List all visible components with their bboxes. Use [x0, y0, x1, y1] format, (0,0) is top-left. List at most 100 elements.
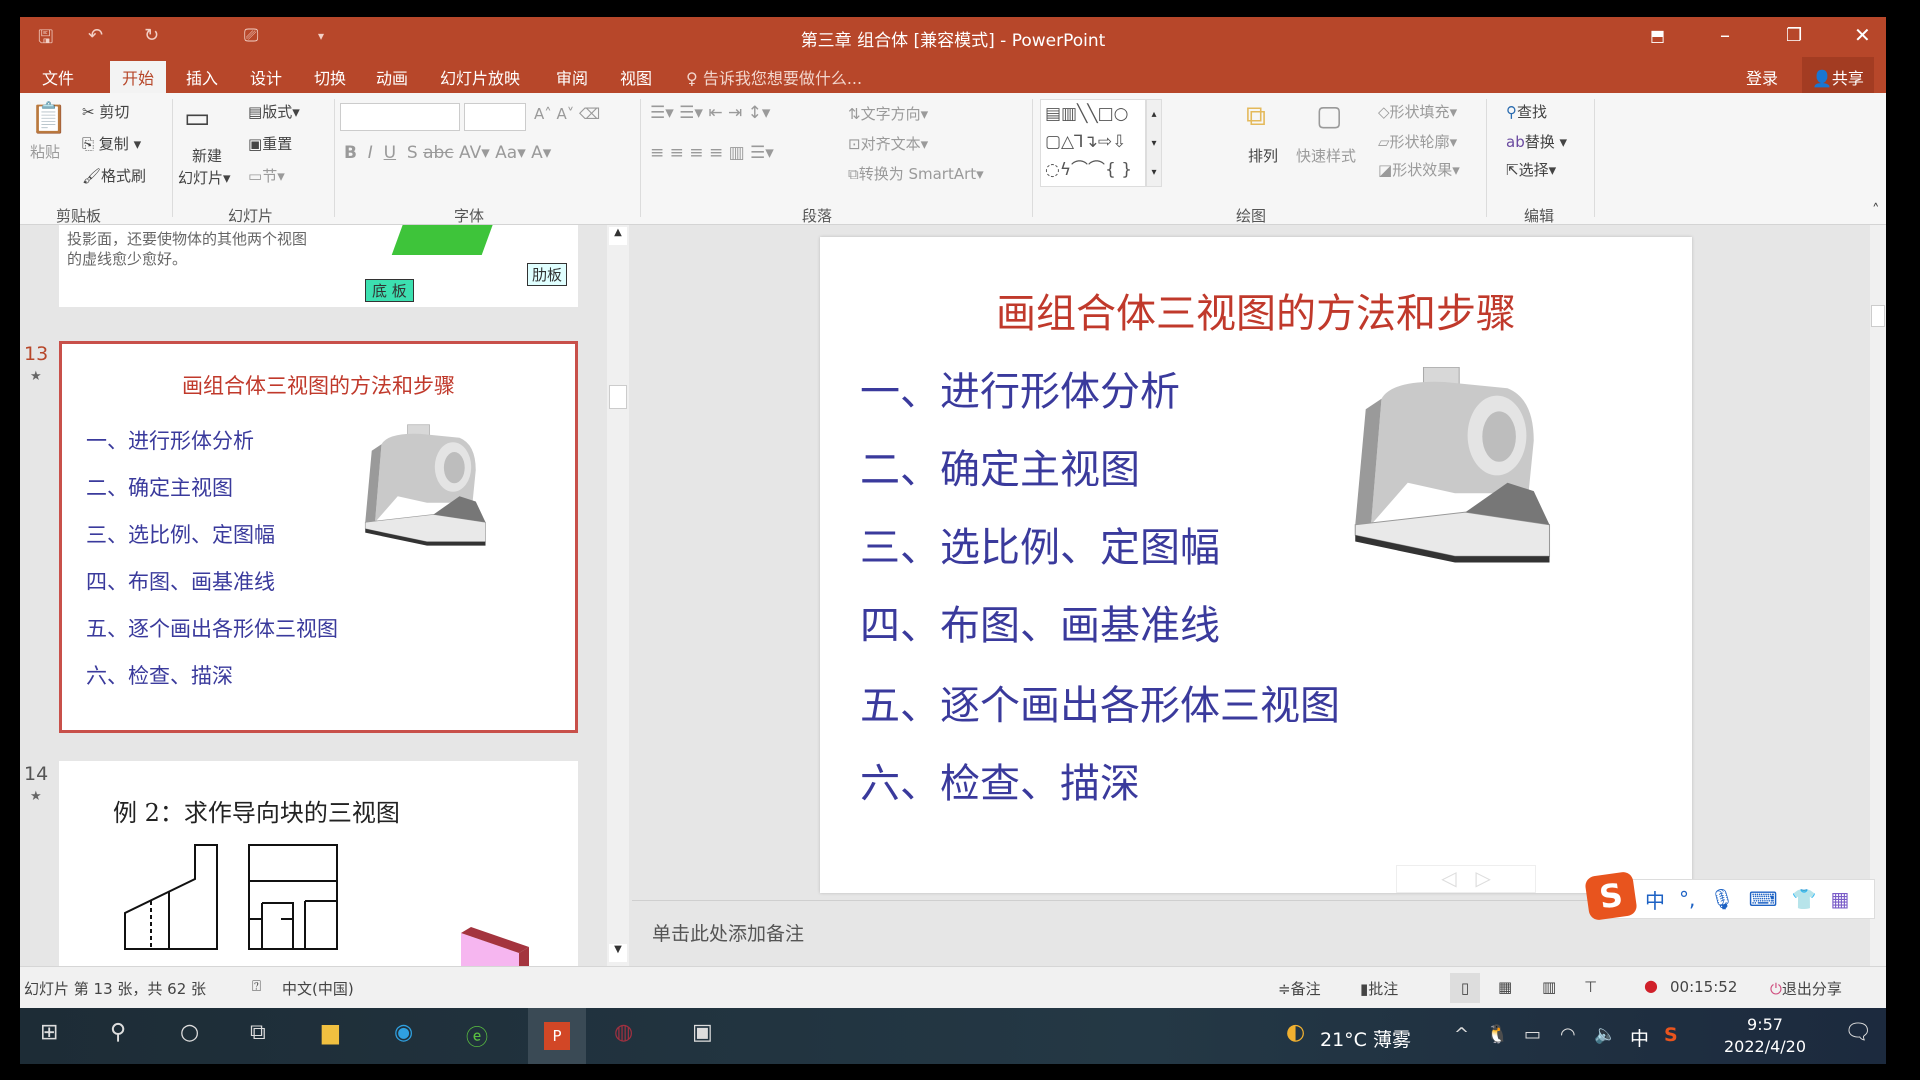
battery-icon[interactable]: ▭	[1524, 1024, 1541, 1045]
select-button[interactable]: ⇱选择▾	[1506, 159, 1556, 180]
slide-list-item[interactable]: 五、逐个画出各形体三视图	[860, 673, 1340, 731]
shape-outline-button[interactable]: ▱形状轮廓▾	[1378, 131, 1457, 152]
comments-toggle-button[interactable]: ▮批注	[1360, 978, 1398, 999]
ime-punct[interactable]: °,	[1679, 887, 1695, 911]
tell-me-search[interactable]: ♀ 告诉我您想要做什么...	[686, 65, 862, 89]
scroll-down-button[interactable]: ▼	[609, 944, 627, 962]
exit-share-button[interactable]: ⏻退出分享	[1770, 978, 1842, 999]
collapse-ribbon-icon[interactable]: ˄	[1872, 201, 1880, 219]
ribbon-display-icon[interactable]: ⬒	[1650, 26, 1665, 45]
thumbnail-slide-14[interactable]: 例 2：求作导向块的三视图	[59, 761, 578, 966]
smartart-button[interactable]: ⧉转换为 SmartArt▾	[848, 163, 984, 184]
new-slide-icon[interactable]: ▭	[184, 101, 210, 134]
new-slide-label-1[interactable]: 新建	[192, 145, 222, 166]
wifi-icon[interactable]: ◠	[1560, 1024, 1576, 1045]
font-grow-shrink-buttons[interactable]: A˄ A˅ ⌫	[534, 105, 600, 123]
slide-scroll-thumb[interactable]	[1871, 305, 1885, 327]
find-button[interactable]: ⚲查找	[1506, 101, 1547, 122]
bold-button[interactable]: B	[344, 143, 357, 163]
paste-button[interactable]: 粘贴	[30, 141, 60, 162]
reset-button[interactable]: ▣重置	[248, 133, 292, 154]
scroll-thumb[interactable]	[609, 385, 627, 409]
section-button[interactable]: ▭节▾	[248, 165, 285, 186]
sogou-ime-toolbar[interactable]: S 中 °, 🎙 ⌨ 👕 ▦	[1584, 870, 1875, 922]
tab-animations[interactable]: 动画	[376, 65, 408, 89]
thumbnail-slide-12[interactable]: 投影面，还要使物体的其他两个视图 的虚线愈少愈好。 底 板 肋板	[59, 225, 578, 307]
close-button[interactable]: ✕	[1854, 23, 1871, 47]
slide-list-item[interactable]: 四、布图、画基准线	[860, 593, 1220, 651]
tray-expand-icon[interactable]: ^	[1454, 1024, 1469, 1045]
notification-center-icon[interactable]: 🗨	[1844, 1020, 1872, 1045]
tab-home[interactable]: 开始	[110, 61, 167, 97]
italic-button[interactable]: I	[368, 143, 373, 163]
cut-button[interactable]: ✂ 剪切	[82, 101, 129, 122]
tab-file[interactable]: 文件	[42, 65, 74, 89]
slideshow-button[interactable]: ⊤	[1584, 978, 1597, 996]
char-spacing-button[interactable]: AV	[459, 143, 481, 163]
language-indicator[interactable]: 中文(中国)	[282, 978, 354, 999]
new-slide-button[interactable]: 幻灯片▾	[178, 167, 231, 188]
align-buttons[interactable]: ≡ ≡ ≡ ≡ ▥ ☰▾	[650, 143, 774, 163]
edge-icon[interactable]: ◉	[394, 1020, 413, 1045]
slide-list-item[interactable]: 一、进行形体分析	[860, 359, 1180, 417]
restore-button[interactable]: ❐	[1786, 25, 1802, 46]
ime-mode[interactable]: 中	[1645, 885, 1665, 914]
font-name-input[interactable]	[340, 103, 460, 131]
notes-placeholder[interactable]: 单击此处添加备注	[652, 919, 804, 946]
underline-button[interactable]: U	[384, 143, 396, 163]
app-icon[interactable]: ◍	[614, 1020, 633, 1045]
tab-design[interactable]: 设计	[250, 65, 282, 89]
slide-list-item[interactable]: 二、确定主视图	[860, 437, 1140, 495]
login-link[interactable]: 登录	[1746, 65, 1778, 89]
shape-fill-button[interactable]: ◇形状填充▾	[1378, 101, 1457, 122]
minimize-button[interactable]: –	[1720, 23, 1730, 47]
powerpoint-taskbar-button[interactable]: P	[528, 1008, 586, 1064]
slide-nav-arrows[interactable]: ◁ ▷	[1396, 865, 1536, 893]
spell-check-icon[interactable]: ⍰	[252, 977, 261, 995]
shapes-gallery[interactable]: ▤▥╲╲□○ ▢△⅂↴⇨⇩ ◌ϟ⌒⌒{ }	[1040, 99, 1146, 187]
search-icon[interactable]: ⚲	[110, 1020, 126, 1045]
app-window-icon[interactable]: ▣	[692, 1020, 713, 1045]
slide-sorter-button[interactable]: ▦	[1498, 978, 1512, 996]
cortana-icon[interactable]: ○	[180, 1020, 199, 1045]
clock[interactable]: 9:57 2022/4/20	[1710, 1014, 1820, 1058]
quick-styles-icon[interactable]: ▢	[1316, 99, 1342, 132]
bearing-block-image[interactable]	[1350, 367, 1560, 567]
arrange-icon[interactable]: ⧉	[1246, 99, 1266, 133]
weather-text[interactable]: 21°C 薄雾	[1320, 1025, 1411, 1052]
tab-view[interactable]: 视图	[620, 65, 652, 89]
font-color-button[interactable]: A	[531, 143, 543, 163]
shapes-gallery-scroll[interactable]: ▴ ▾ ▾	[1146, 99, 1162, 187]
slide-title[interactable]: 画组合体三视图的方法和步骤	[820, 281, 1692, 339]
tab-insert[interactable]: 插入	[186, 65, 218, 89]
slide-list-item[interactable]: 三、选比例、定图幅	[860, 515, 1220, 573]
sogou-logo-icon[interactable]: S	[1584, 870, 1638, 922]
shadow-button[interactable]: S	[407, 143, 418, 163]
slide-scrollbar[interactable]	[1870, 225, 1886, 966]
tab-slideshow[interactable]: 幻灯片放映	[440, 65, 520, 89]
volume-icon[interactable]: 🔈	[1594, 1024, 1616, 1045]
tray-ime-indicator[interactable]: 中	[1630, 1024, 1649, 1051]
replace-button[interactable]: ab替换 ▾	[1506, 131, 1567, 152]
thumbnail-scrollbar[interactable]: ▲ ▼	[607, 225, 629, 966]
copy-button[interactable]: ⎘ 复制 ▾	[82, 133, 141, 154]
shape-effects-button[interactable]: ◪形状效果▾	[1378, 159, 1460, 180]
keyboard-icon[interactable]: ⌨	[1749, 887, 1778, 911]
arrange-button[interactable]: 排列	[1248, 145, 1278, 166]
format-painter-button[interactable]: 🖌格式刷	[82, 165, 146, 186]
list-indent-buttons[interactable]: ☰▾ ☰▾ ⇤ ⇥ ↕▾	[650, 103, 770, 123]
reading-view-button[interactable]: ▥	[1542, 978, 1556, 996]
align-text-button[interactable]: ⊡对齐文本▾	[848, 133, 928, 154]
strikethrough-button[interactable]: abc	[423, 143, 454, 163]
skin-shirt-icon[interactable]: 👕	[1792, 887, 1817, 911]
file-explorer-icon[interactable]: ▆	[322, 1020, 339, 1045]
slide-canvas[interactable]: 画组合体三视图的方法和步骤 一、进行形体分析 二、确定主视图 三、选比例、定图幅…	[820, 237, 1692, 893]
browser-icon[interactable]: ⓔ	[466, 1020, 488, 1052]
paste-icon[interactable]: 📋	[30, 101, 67, 136]
microphone-icon[interactable]: 🎙	[1709, 887, 1734, 911]
task-view-icon[interactable]: ⧉	[250, 1020, 266, 1045]
qq-icon[interactable]: 🐧	[1486, 1024, 1508, 1045]
start-button[interactable]: ⊞	[40, 1020, 58, 1045]
notes-toggle-button[interactable]: ≑备注	[1278, 978, 1321, 999]
quick-styles-button[interactable]: 快速样式	[1296, 145, 1356, 166]
